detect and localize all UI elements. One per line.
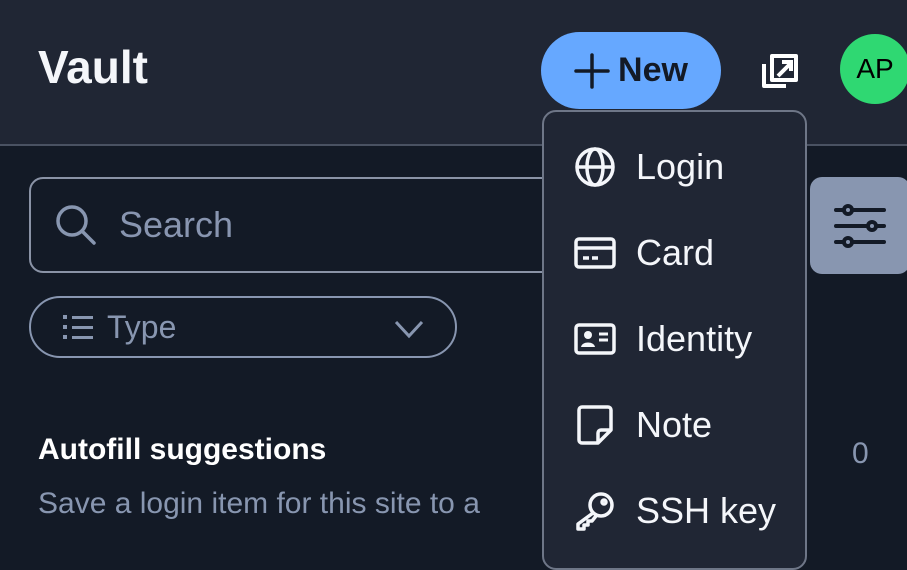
plus-icon: [574, 52, 610, 89]
credit-card-icon: [574, 237, 616, 269]
menu-item-label: Identity: [636, 318, 753, 359]
sticky-note-icon: [577, 405, 613, 445]
autofill-empty-message: Save a login item for this site to a: [38, 487, 480, 520]
menu-item-label: Note: [636, 404, 713, 445]
sliders-icon: [834, 203, 886, 248]
menu-item-login[interactable]: Login: [544, 124, 805, 210]
menu-item-ssh-key[interactable]: SSH key: [544, 468, 805, 554]
chevron-down-icon: [394, 320, 424, 339]
menu-item-label: Login: [636, 146, 725, 187]
type-filter-dropdown[interactable]: Type: [29, 296, 457, 358]
menu-item-card[interactable]: Card: [544, 210, 805, 296]
key-icon: [576, 492, 614, 531]
new-button-label: New: [618, 51, 688, 89]
menu-item-label: Card: [636, 232, 715, 273]
new-item-menu: Login Card Identity Note SSH key: [542, 110, 807, 570]
menu-item-identity[interactable]: Identity: [544, 296, 805, 382]
menu-item-note[interactable]: Note: [544, 382, 805, 468]
search-field[interactable]: [29, 177, 589, 273]
search-input[interactable]: [119, 204, 499, 246]
search-icon: [56, 205, 96, 245]
autofill-section-title: Autofill suggestions: [38, 433, 327, 466]
autofill-count: 0: [852, 437, 869, 470]
id-card-icon: [574, 323, 616, 355]
page-title: Vault: [38, 41, 148, 93]
avatar[interactable]: AP: [840, 34, 907, 104]
new-button[interactable]: New: [541, 32, 721, 109]
popout-icon[interactable]: [758, 48, 802, 92]
list-icon: [63, 315, 93, 339]
globe-icon: [575, 147, 615, 187]
filter-options-button[interactable]: [810, 177, 907, 274]
type-filter-label: Type: [107, 308, 177, 345]
menu-item-label: SSH key: [636, 490, 777, 531]
